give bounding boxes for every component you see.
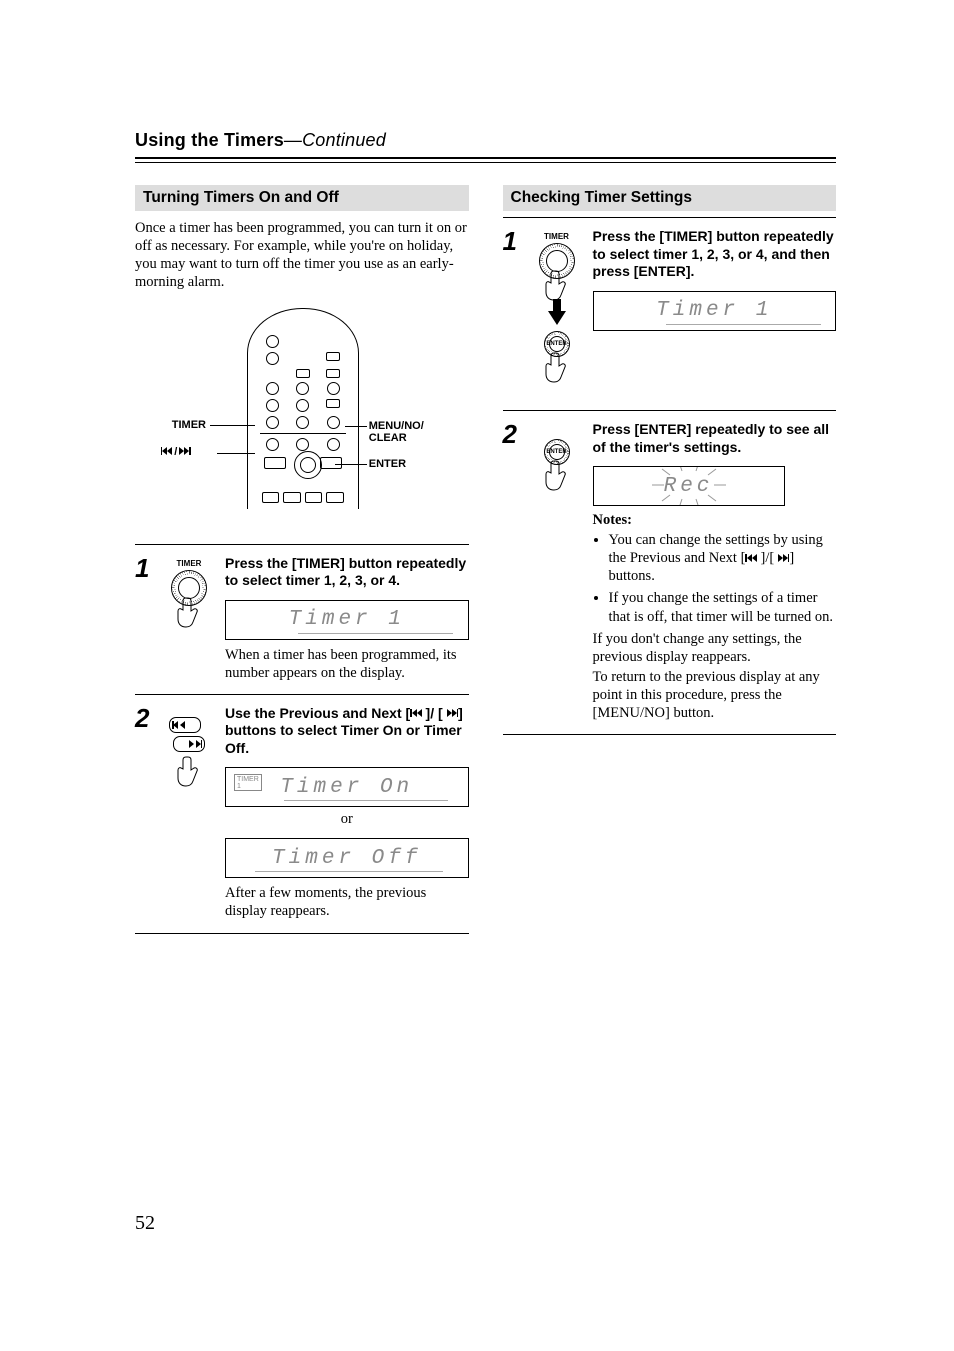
note-1: You can change the settings by using the… [609, 531, 837, 585]
next-icon [179, 447, 191, 455]
remote-body [247, 308, 359, 509]
lcd-timer-on: TIMER 1 Timer On [225, 767, 469, 807]
left-step-1: 1 TIMER Press the [TIMER] button repeate… [135, 544, 469, 695]
notes-heading: Notes: [593, 512, 837, 529]
prev-icon [161, 447, 173, 455]
intro-paragraph: Once a timer has been programmed, you ca… [135, 219, 469, 292]
hand-icon [542, 351, 572, 387]
lcd-timer1: Timer 1 [225, 600, 469, 640]
header-rule [135, 157, 836, 163]
left-column: Turning Timers On and Off Once a timer h… [135, 185, 469, 934]
label-prevnext: / [161, 446, 191, 458]
prev-icon [410, 709, 422, 717]
step-number: 2 [503, 421, 521, 722]
page-number: 52 [135, 1212, 155, 1235]
r-step2-instruction: Press [ENTER] repeatedly to see all of t… [593, 421, 837, 456]
section-title-left: Turning Timers On and Off [135, 185, 469, 211]
timer-button-label: TIMER [521, 232, 593, 241]
label-menu: MENU/NO/ CLEAR [369, 420, 424, 444]
next-button-icon [173, 736, 205, 752]
tail-text-2: To return to the previous display at any… [593, 668, 837, 722]
step-number: 2 [135, 705, 153, 921]
label-enter: ENTER [369, 458, 406, 470]
right-step-2: 2 ENTER Press [ENTER] repeatedly to see … [503, 411, 837, 735]
right-step-1: 1 TIMER ENTER [503, 217, 837, 411]
hand-icon [174, 596, 204, 632]
section-title-right: Checking Timer Settings [503, 185, 837, 211]
next-icon [778, 554, 790, 562]
step1-after: When a timer has been programmed, its nu… [225, 646, 469, 682]
r-step1-instruction: Press the [TIMER] button repeatedly to s… [593, 228, 837, 281]
notes-list: You can change the settings by using the… [593, 531, 837, 626]
running-head: Using the Timers—Continued [135, 130, 836, 151]
running-continued: —Continued [284, 130, 386, 150]
timer-button-label: TIMER [153, 559, 225, 568]
hand-icon [542, 459, 572, 495]
hand-icon [174, 755, 204, 791]
step-number: 1 [503, 228, 521, 398]
right-column: Checking Timer Settings 1 TIMER ENTER [503, 185, 837, 934]
lcd-timer1-r: Timer 1 [593, 291, 837, 331]
or-text: or [225, 811, 469, 828]
prev-button-icon [169, 717, 201, 733]
running-title: Using the Timers [135, 130, 284, 150]
prev-icon [745, 554, 757, 562]
timer-badge: TIMER 1 [234, 774, 262, 791]
label-timer: TIMER [172, 419, 206, 431]
lcd-rec: Rec [593, 466, 785, 506]
step-number: 1 [135, 555, 153, 682]
step1-instruction: Press the [TIMER] button repeatedly to s… [225, 555, 469, 590]
step2-instruction: Use the Previous and Next [ ]/ [ ] butto… [225, 705, 469, 758]
note-2: If you change the settings of a timer th… [609, 589, 837, 625]
step2-after: After a few moments, the previous displa… [225, 884, 469, 920]
remote-diagram: TIMER / MENU/NO/ CLEAR ENTER [137, 306, 467, 516]
tail-text-1: If you don't change any settings, the pr… [593, 630, 837, 666]
left-step-2: 2 Use the Previous and Next [ ]/ [ ] but… [135, 695, 469, 934]
lcd-timer-off: Timer Off [225, 838, 469, 878]
next-icon [447, 709, 459, 717]
down-arrow-icon [548, 311, 566, 325]
